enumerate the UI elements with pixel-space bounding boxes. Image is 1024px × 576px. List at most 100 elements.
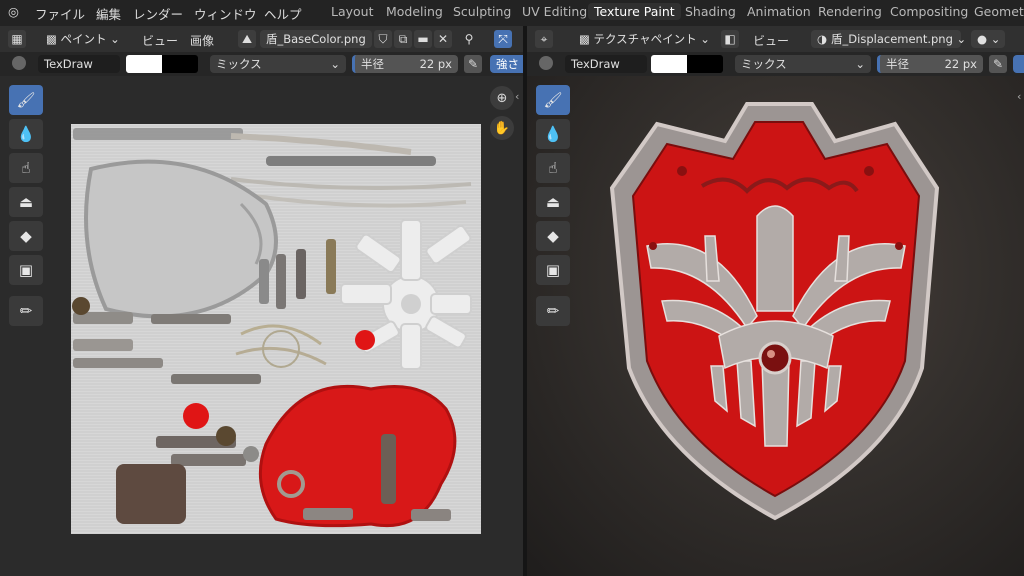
pan-hand-icon[interactable]: ✋ xyxy=(490,116,514,140)
viewport-draw-tool[interactable]: 🖌 xyxy=(536,85,570,115)
viewport-brush-preview-icon[interactable] xyxy=(539,56,553,70)
soften-icon: 💧 xyxy=(16,125,36,143)
displacement-image-label: 盾_Displacement.png xyxy=(831,32,953,46)
mask-icon: ▣ xyxy=(18,261,34,279)
brush-preview-icon[interactable] xyxy=(12,56,26,70)
smear-tool[interactable]: ☝ xyxy=(9,153,43,183)
strength-slider[interactable]: 強さ xyxy=(490,55,523,73)
radius-slider[interactable]: 半径 22 px xyxy=(352,55,458,73)
tab-texture-paint[interactable]: Texture Paint xyxy=(588,3,681,20)
blender-logo-icon[interactable]: ◎ xyxy=(8,4,19,19)
tab-animation[interactable]: Animation xyxy=(747,4,811,19)
radius-label: 半径 xyxy=(361,57,384,71)
viewport-radius-label: 半径 xyxy=(886,57,909,71)
sidebar-toggle-icon[interactable]: ‹ xyxy=(515,90,519,103)
radius-value: 22 px xyxy=(419,57,452,71)
soften-tool[interactable]: 💧 xyxy=(9,119,43,149)
viewport-smear-tool[interactable]: ☝ xyxy=(536,153,570,183)
shield-3d-model[interactable] xyxy=(607,96,947,526)
viewport-soften-tool[interactable]: 💧 xyxy=(536,119,570,149)
duplicate-image-icon[interactable]: ⧉ xyxy=(394,30,412,48)
uv-texture-canvas[interactable] xyxy=(71,124,481,534)
3d-viewport-panel[interactable]: ⌖ ▩ テクスチャペイント ⌄ ◧ ビュー ◑ 盾_Displacement.pn… xyxy=(527,26,1024,576)
tab-sculpting[interactable]: Sculpting xyxy=(453,4,511,19)
blend-mode-dropdown[interactable]: ミックス ⌄ xyxy=(210,55,346,73)
mode-dropdown-label: ペイント xyxy=(60,32,107,46)
clone-icon: ⏏ xyxy=(545,193,561,211)
tab-rendering[interactable]: Rendering xyxy=(818,4,882,19)
overlay-toggle-icon[interactable]: ◧ xyxy=(721,30,739,48)
tab-layout[interactable]: Layout xyxy=(331,4,374,19)
viewport-primary-color-swatch[interactable] xyxy=(651,55,687,73)
zoom-icon[interactable]: ⊕ xyxy=(490,86,514,110)
texture-slot-icon: ◑ xyxy=(817,32,828,46)
primary-color-swatch[interactable] xyxy=(126,55,162,73)
tab-geometry[interactable]: Geometry xyxy=(974,4,1024,19)
top-menu-bar: ◎ ファイル 編集 レンダー ウィンドウ ヘルプ Layout Modeling… xyxy=(0,0,1024,26)
viewport-strength-slider[interactable] xyxy=(1013,55,1024,73)
open-folder-icon[interactable]: ▬ xyxy=(414,30,432,48)
fill-icon: ◆ xyxy=(20,227,32,245)
viewport-radius-slider[interactable]: 半径 22 px xyxy=(877,55,983,73)
fill-icon: ◆ xyxy=(547,227,559,245)
brush-name-field[interactable]: TexDraw xyxy=(38,55,120,73)
pressure-radius-icon[interactable]: ✎ xyxy=(464,55,482,73)
viewport-header: ⌖ ▩ テクスチャペイント ⌄ ◧ ビュー ◑ 盾_Displacement.pn… xyxy=(527,26,1024,52)
viewport-pressure-radius-icon[interactable]: ✎ xyxy=(989,55,1007,73)
smear-icon: ☝ xyxy=(21,159,31,177)
viewport-mode-label: テクスチャペイント xyxy=(593,32,697,46)
menu-window[interactable]: ウィンドウ xyxy=(194,4,257,23)
viewport-blend-mode-dropdown[interactable]: ミックス ⌄ xyxy=(735,55,871,73)
fill-tool[interactable]: ◆ xyxy=(9,221,43,251)
close-image-icon[interactable]: ✕ xyxy=(434,30,452,48)
image-menu[interactable]: 画像 xyxy=(190,32,214,49)
clone-icon: ⏏ xyxy=(18,193,34,211)
draw-tool[interactable]: 🖌 xyxy=(9,85,43,115)
tool-settings-bar: TexDraw ミックス ⌄ 半径 22 px ✎ 強さ xyxy=(0,52,523,76)
image-editor-panel: ▦ ▩ ペイント ⌄ ビュー 画像 ⛰ 盾_BaseColor.png ⛉ ⧉ … xyxy=(0,26,523,576)
mask-tool[interactable]: ▣ xyxy=(9,255,43,285)
image-editor-header: ▦ ▩ ペイント ⌄ ビュー 画像 ⛰ 盾_BaseColor.png ⛉ ⧉ … xyxy=(0,26,523,52)
viewport-mask-tool[interactable]: ▣ xyxy=(536,255,570,285)
fake-user-icon[interactable]: ⛉ xyxy=(374,30,392,48)
tab-uv-editing[interactable]: UV Editing xyxy=(522,4,587,19)
tab-modeling[interactable]: Modeling xyxy=(386,4,443,19)
uv-texture-image xyxy=(71,124,481,534)
displacement-image-field[interactable]: ◑ 盾_Displacement.png ⌄ xyxy=(811,30,966,48)
viewport-mode-dropdown[interactable]: ▩ テクスチャペイント ⌄ xyxy=(573,30,716,48)
shading-dropdown[interactable]: ● ⌄ xyxy=(971,30,1005,48)
pin-icon[interactable]: ⚲ xyxy=(460,30,478,48)
image-name-field[interactable]: 盾_BaseColor.png xyxy=(260,30,372,48)
draw-icon: 🖌 xyxy=(543,91,563,109)
viewport-annotate-tool[interactable]: ✏ xyxy=(536,296,570,326)
viewport-brush-name-field[interactable]: TexDraw xyxy=(565,55,647,73)
editor-type-icon[interactable]: ▦ xyxy=(8,30,26,48)
mode-dropdown[interactable]: ▩ ペイント ⌄ xyxy=(46,30,126,48)
soften-icon: 💧 xyxy=(543,125,563,143)
annotate-tool[interactable]: ✏ xyxy=(9,296,43,326)
viewport-secondary-color-swatch[interactable] xyxy=(687,55,723,73)
viewport-fill-tool[interactable]: ◆ xyxy=(536,221,570,251)
annotate-icon: ✏ xyxy=(19,302,33,320)
mask-icon: ▣ xyxy=(545,261,561,279)
viewport-view-menu[interactable]: ビュー xyxy=(753,32,789,49)
blend-mode-label: ミックス xyxy=(216,57,262,71)
viewport-editor-type-icon[interactable]: ⌖ xyxy=(535,30,553,48)
tab-shading[interactable]: Shading xyxy=(685,4,736,19)
menu-help[interactable]: ヘルプ xyxy=(264,4,302,23)
annotate-icon: ✏ xyxy=(546,302,560,320)
viewport-tool-settings-bar: TexDraw ミックス ⌄ 半径 22 px ✎ xyxy=(527,52,1024,76)
menu-render[interactable]: レンダー xyxy=(133,4,183,23)
menu-file[interactable]: ファイル xyxy=(35,4,85,23)
tab-compositing[interactable]: Compositing xyxy=(890,4,968,19)
view-menu[interactable]: ビュー xyxy=(142,32,178,49)
uv-sync-icon[interactable]: ⤧ xyxy=(494,30,512,48)
clone-tool[interactable]: ⏏ xyxy=(9,187,43,217)
viewport-clone-tool[interactable]: ⏏ xyxy=(536,187,570,217)
draw-icon: 🖌 xyxy=(16,91,36,109)
viewport-sidebar-toggle-icon[interactable]: ‹ xyxy=(1017,90,1021,103)
secondary-color-swatch[interactable] xyxy=(162,55,198,73)
image-browse-icon[interactable]: ⛰ xyxy=(238,30,256,48)
viewport-radius-value: 22 px xyxy=(944,57,977,71)
menu-edit[interactable]: 編集 xyxy=(96,4,121,23)
